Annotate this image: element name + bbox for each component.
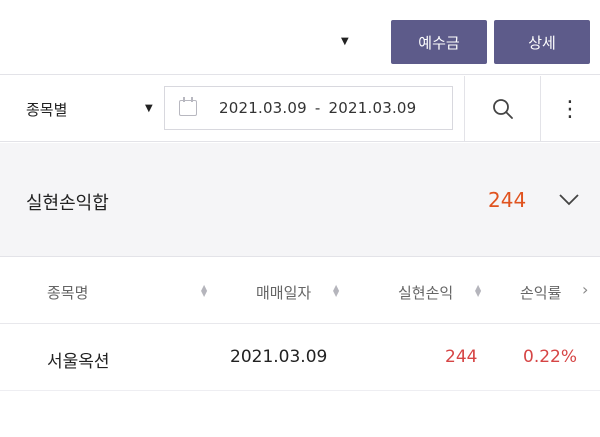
sort-icon[interactable]: ▲ ▼ bbox=[201, 284, 207, 298]
date-from: 2021.03.09 bbox=[219, 99, 307, 117]
sort-icon[interactable]: ▲ ▼ bbox=[333, 284, 339, 298]
detail-button[interactable]: 상세 bbox=[494, 20, 590, 64]
summary-label: 실현손익합 bbox=[26, 193, 109, 214]
scroll-right-icon[interactable]: › bbox=[582, 280, 588, 299]
deposit-button[interactable]: 예수금 bbox=[391, 20, 487, 64]
search-button[interactable] bbox=[474, 88, 532, 130]
table-header: 종목명 ▲ ▼ 매매일자 ▲ ▼ 실현손익 ▲ ▼ 손익률 › bbox=[0, 258, 600, 324]
table-row[interactable]: 서울옥션 2021.03.09 244 0.22% bbox=[0, 325, 600, 391]
cell-name: 서울옥션 bbox=[47, 352, 110, 372]
mode-select[interactable]: 종목별 bbox=[26, 99, 67, 120]
column-header-name[interactable]: 종목명 bbox=[47, 282, 88, 303]
column-header-rate[interactable]: 손익률 bbox=[520, 282, 561, 303]
date-range-text: 2021.03.09-2021.03.09 bbox=[219, 99, 416, 117]
date-to: 2021.03.09 bbox=[328, 99, 417, 117]
column-header-pnl[interactable]: 실현손익 bbox=[398, 282, 453, 303]
summary-value: 244 bbox=[488, 188, 527, 212]
mode-select-arrow[interactable]: ▼ bbox=[145, 103, 153, 114]
more-vertical-icon[interactable]: ⋮ bbox=[552, 88, 588, 130]
search-icon bbox=[493, 99, 513, 119]
summary-panel: 실현손익합 244 bbox=[0, 143, 600, 257]
account-dropdown-arrow[interactable]: ▼ bbox=[341, 36, 349, 47]
chevron-down-icon[interactable] bbox=[556, 187, 582, 213]
cell-date: 2021.03.09 bbox=[230, 347, 328, 367]
divider bbox=[540, 76, 541, 142]
cell-rate: 0.22% bbox=[523, 347, 578, 367]
divider bbox=[464, 76, 465, 142]
date-range-field[interactable]: 2021.03.09-2021.03.09 bbox=[164, 86, 453, 130]
calendar-icon[interactable] bbox=[179, 97, 197, 116]
date-separator: - bbox=[314, 99, 321, 117]
filter-row: 종목별 ▼ 2021.03.09-2021.03.09 ⋮ bbox=[0, 76, 600, 142]
cell-pnl: 244 bbox=[445, 347, 478, 367]
toolbar: ▼ 예수금 상세 bbox=[0, 0, 600, 75]
column-header-date[interactable]: 매매일자 bbox=[256, 282, 311, 303]
sort-icon[interactable]: ▲ ▼ bbox=[475, 284, 481, 298]
